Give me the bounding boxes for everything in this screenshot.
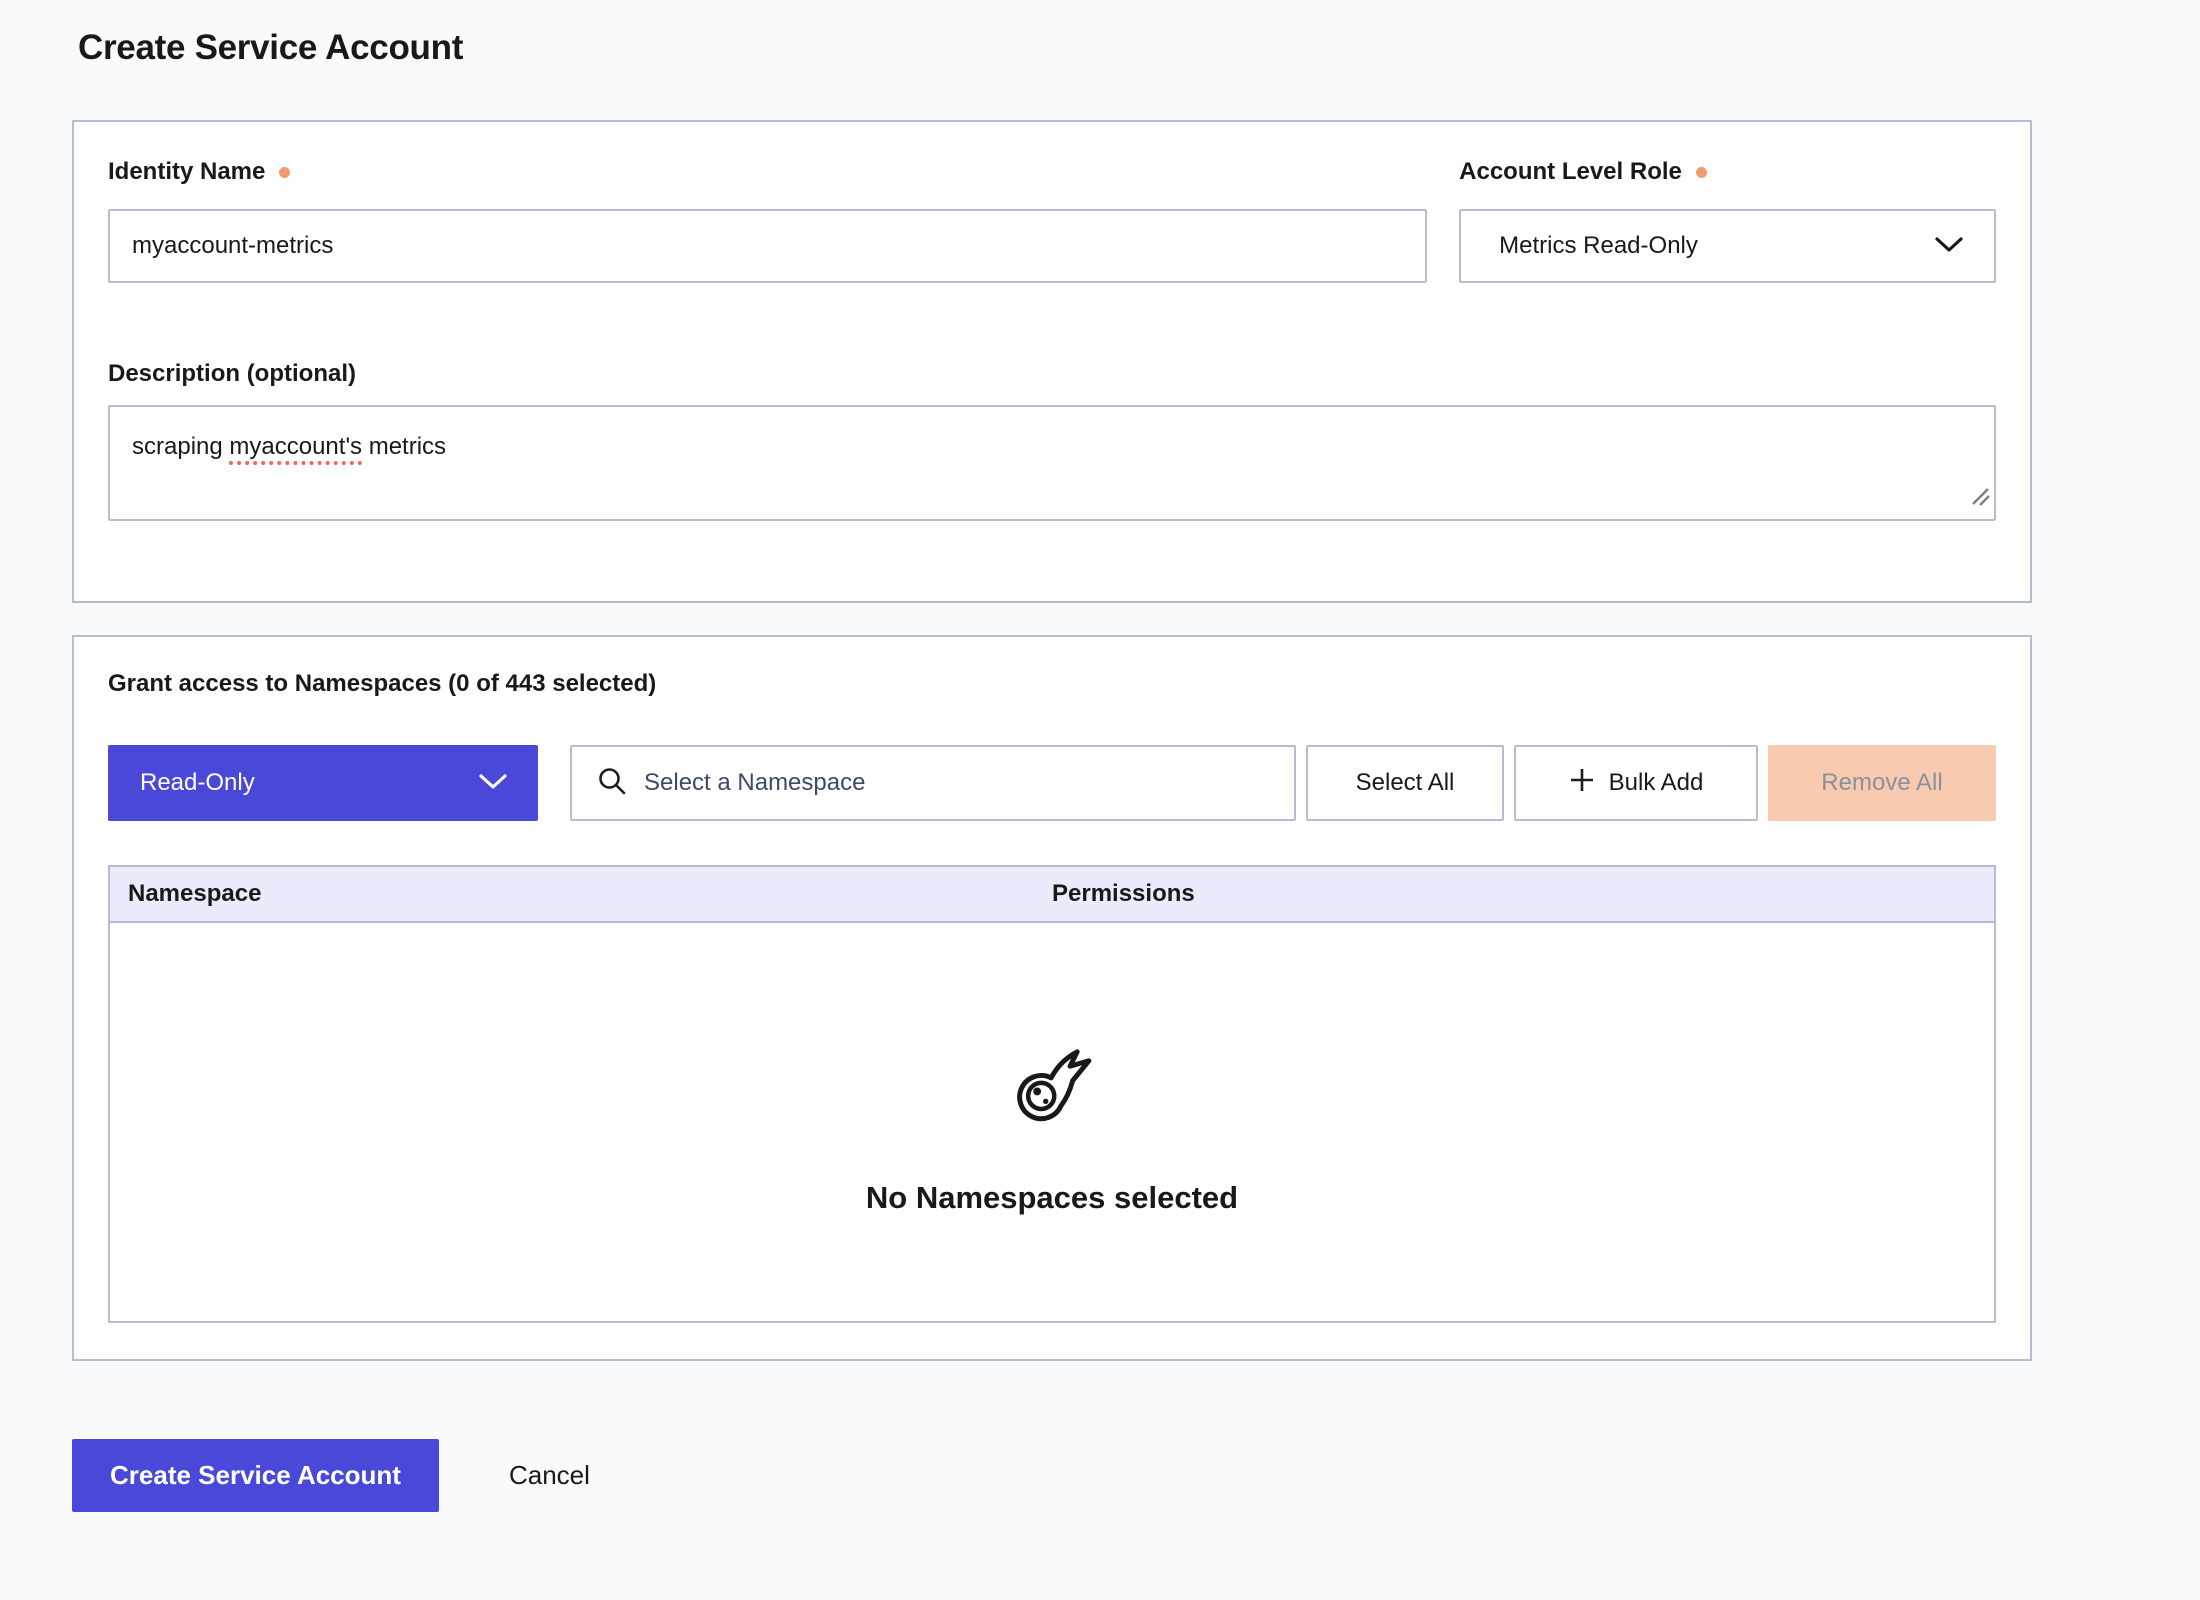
permission-role-dropdown[interactable]: Read-Only — [108, 745, 538, 821]
namespace-table-header: Namespace Permissions — [110, 867, 1994, 923]
resize-handle-icon[interactable] — [1969, 484, 1991, 516]
description-label: Description (optional) — [108, 359, 1996, 389]
namespace-table: Namespace Permissions No Namespaces sele… — [108, 865, 1996, 1323]
namespace-search-input[interactable] — [644, 769, 1274, 797]
comet-icon — [1007, 1041, 1097, 1136]
required-dot — [1696, 167, 1707, 178]
column-header-namespace: Namespace — [110, 880, 1052, 908]
identity-card: Identity Name Account Level Role Metrics… — [72, 120, 2032, 603]
chevron-down-icon — [478, 769, 508, 797]
namespace-section-heading: Grant access to Namespaces (0 of 443 sel… — [108, 669, 1996, 699]
namespace-search[interactable] — [570, 745, 1296, 821]
description-textarea[interactable]: scraping myaccount's metrics — [108, 405, 1996, 521]
namespace-access-card: Grant access to Namespaces (0 of 443 sel… — [72, 635, 2032, 1361]
empty-state-message: No Namespaces selected — [866, 1180, 1238, 1216]
create-service-account-page: Create Service Account Identity Name Acc… — [0, 0, 2200, 1512]
permission-role-value: Read-Only — [140, 769, 478, 797]
select-all-button[interactable]: Select All — [1306, 745, 1504, 821]
identity-name-label: Identity Name — [108, 157, 1427, 187]
chevron-down-icon — [1934, 232, 1964, 260]
account-level-role-select[interactable]: Metrics Read-Only — [1459, 209, 1996, 283]
account-level-role-label: Account Level Role — [1459, 157, 1996, 187]
misspelled-word: myaccount's — [229, 433, 362, 460]
page-title: Create Service Account — [78, 28, 2128, 68]
identity-name-input[interactable] — [108, 209, 1427, 283]
empty-state: No Namespaces selected — [866, 1041, 1238, 1216]
cancel-button[interactable]: Cancel — [509, 1460, 590, 1491]
search-icon — [596, 765, 628, 802]
remove-all-button[interactable]: Remove All — [1768, 745, 1996, 821]
account-level-role-value: Metrics Read-Only — [1499, 232, 1934, 260]
column-header-permissions: Permissions — [1052, 880, 1994, 908]
bulk-add-button[interactable]: Bulk Add — [1514, 745, 1758, 821]
required-dot — [279, 167, 290, 178]
plus-icon — [1569, 767, 1609, 800]
namespace-table-body: No Namespaces selected — [110, 923, 1994, 1321]
create-service-account-button[interactable]: Create Service Account — [72, 1439, 439, 1512]
